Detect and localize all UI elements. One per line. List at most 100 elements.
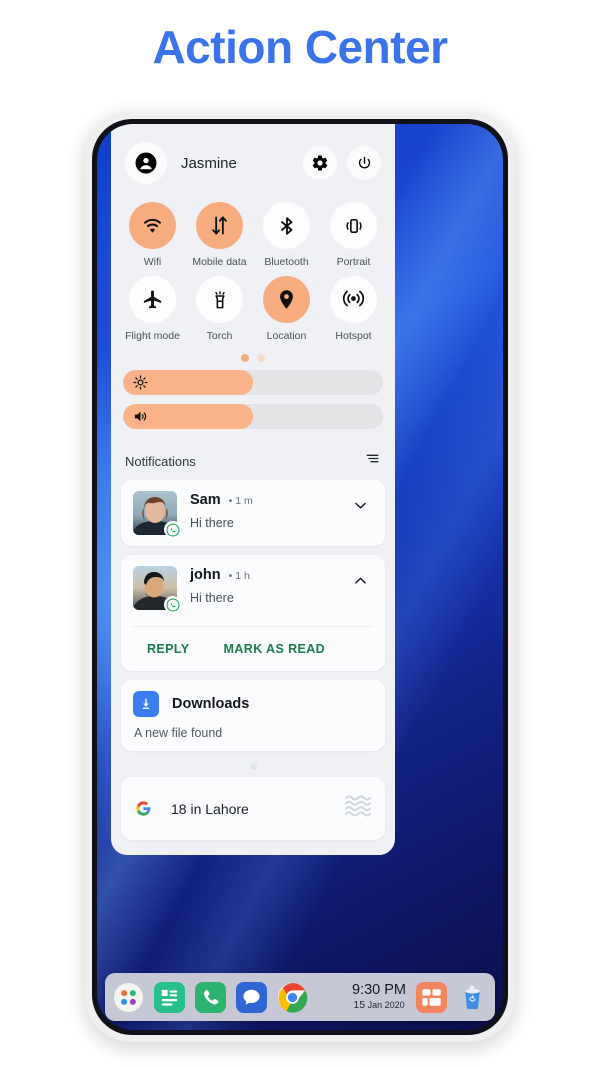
chevron-up-icon[interactable] bbox=[347, 566, 373, 589]
phone-bezel: Jasmine Wifi Mobile data Bluetooth Portr… bbox=[92, 119, 508, 1035]
power-button[interactable] bbox=[347, 146, 381, 180]
settings-button[interactable] bbox=[303, 146, 337, 180]
tile-torch[interactable]: Torch bbox=[186, 276, 253, 342]
notifications-title: Notifications bbox=[125, 453, 196, 469]
notification-time: 1 m bbox=[235, 495, 253, 507]
tile-torch-circle[interactable] bbox=[196, 276, 243, 323]
dock-clock[interactable]: 9:30 PM 15 Jan 2020 bbox=[352, 982, 406, 1011]
clock-month: Jan bbox=[367, 1000, 383, 1011]
scroll-dot bbox=[249, 763, 257, 770]
tile-location-circle[interactable] bbox=[263, 276, 310, 323]
tile-torch-label: Torch bbox=[206, 330, 233, 342]
tile-wifi-circle[interactable] bbox=[129, 202, 176, 249]
download-icon bbox=[133, 691, 159, 717]
chrome-icon[interactable] bbox=[276, 981, 308, 1013]
tile-mobile-data-circle[interactable] bbox=[196, 202, 243, 249]
tile-portrait[interactable]: Portrait bbox=[320, 202, 387, 268]
tile-flight-mode-label: Flight mode bbox=[125, 330, 180, 342]
tile-bluetooth-circle[interactable] bbox=[263, 202, 310, 249]
location-pin-icon bbox=[280, 290, 293, 309]
tile-bluetooth[interactable]: Bluetooth bbox=[253, 202, 320, 268]
brightness-slider[interactable] bbox=[123, 370, 383, 395]
gear-icon bbox=[312, 155, 328, 171]
brightness-icon bbox=[132, 374, 149, 395]
clock-day: 15 bbox=[353, 999, 366, 1012]
chevron-down-icon[interactable] bbox=[347, 491, 373, 514]
avatar[interactable] bbox=[125, 142, 167, 184]
downloads-title: Downloads bbox=[172, 696, 250, 712]
notification-scroll-indicator bbox=[121, 760, 385, 777]
tile-portrait-circle[interactable] bbox=[330, 202, 377, 249]
notification-message: Hi there bbox=[190, 591, 234, 605]
weather-text: 18 in Lahore bbox=[171, 800, 249, 817]
quick-settings-row-2: Flight mode Torch Location Hotspot bbox=[119, 276, 387, 350]
widgets-icon[interactable] bbox=[415, 981, 447, 1013]
tile-location-label: Location bbox=[266, 330, 307, 342]
notification-actions: REPLY MARK AS READ bbox=[133, 626, 373, 660]
notification-content: john • 1 h Hi there bbox=[190, 566, 347, 605]
page-dot-1[interactable] bbox=[241, 354, 249, 362]
power-icon bbox=[358, 156, 370, 168]
tile-portrait-label: Portrait bbox=[336, 256, 371, 268]
notification-meta: • 1 m bbox=[229, 495, 253, 507]
bluetooth-icon bbox=[280, 216, 292, 235]
phone-icon[interactable] bbox=[194, 981, 226, 1013]
mark-as-read-button[interactable]: MARK AS READ bbox=[224, 638, 326, 660]
tile-flight-mode-circle[interactable] bbox=[129, 276, 176, 323]
action-center-panel: Jasmine Wifi Mobile data Bluetooth Portr… bbox=[111, 124, 395, 855]
notification-card-john[interactable]: john • 1 h Hi there REPLY MARK AS READ bbox=[121, 555, 385, 671]
notes-icon[interactable] bbox=[153, 981, 185, 1013]
notification-sender: Sam bbox=[190, 492, 221, 508]
volume-slider[interactable] bbox=[123, 404, 383, 429]
notification-time: 1 h bbox=[235, 570, 250, 582]
downloads-subtitle: A new file found bbox=[134, 726, 223, 740]
notification-message: Hi there bbox=[190, 516, 234, 530]
notification-card-sam[interactable]: Sam • 1 m Hi there bbox=[121, 480, 385, 546]
account-circle-icon bbox=[135, 152, 157, 174]
wifi-icon bbox=[143, 218, 162, 233]
clock-date: 15 Jan 2020 bbox=[352, 1000, 406, 1011]
downloads-heading: Downloads bbox=[133, 691, 373, 717]
notification-separator: • bbox=[228, 570, 233, 582]
tile-hotspot-label: Hotspot bbox=[335, 330, 372, 342]
dock: 9:30 PM 15 Jan 2020 bbox=[105, 973, 495, 1021]
sender-avatar bbox=[133, 566, 181, 613]
quick-settings-row-1: Wifi Mobile data Bluetooth Portrait bbox=[119, 202, 387, 276]
tile-wifi-label: Wifi bbox=[143, 256, 162, 268]
user-name: Jasmine bbox=[181, 154, 237, 172]
notification-content: Sam • 1 m Hi there bbox=[190, 491, 347, 530]
whatsapp-icon bbox=[164, 596, 181, 613]
tile-mobile-data-label: Mobile data bbox=[192, 256, 247, 268]
whatsapp-icon bbox=[164, 521, 181, 538]
volume-icon bbox=[132, 408, 149, 429]
tile-location[interactable]: Location bbox=[253, 276, 320, 342]
notification-list: Sam • 1 m Hi there john • 1 h Hi there R… bbox=[111, 480, 395, 840]
portrait-icon bbox=[345, 218, 362, 233]
google-g-icon bbox=[133, 799, 153, 819]
notification-row: Sam • 1 m Hi there bbox=[133, 491, 373, 538]
action-center-header: Jasmine bbox=[111, 124, 395, 192]
tile-hotspot-circle[interactable] bbox=[330, 276, 377, 323]
app-drawer-icon[interactable] bbox=[112, 981, 144, 1013]
weather-card[interactable]: 18 in Lahore bbox=[121, 777, 385, 840]
tile-flight-mode[interactable]: Flight mode bbox=[119, 276, 186, 342]
notification-card-downloads[interactable]: Downloads A new file found bbox=[121, 680, 385, 751]
tile-hotspot[interactable]: Hotspot bbox=[320, 276, 387, 342]
notification-heading: Sam • 1 m bbox=[190, 492, 347, 508]
recycle-bin-icon[interactable] bbox=[456, 981, 488, 1013]
sliders bbox=[111, 368, 395, 448]
tile-bluetooth-label: Bluetooth bbox=[264, 256, 309, 268]
reply-button[interactable]: REPLY bbox=[147, 638, 190, 660]
page-title: Action Center bbox=[152, 21, 448, 73]
sort-lines-icon[interactable] bbox=[364, 450, 381, 472]
notifications-header: Notifications bbox=[111, 448, 395, 480]
phone-mockup: Jasmine Wifi Mobile data Bluetooth Portr… bbox=[85, 112, 515, 1042]
tile-wifi[interactable]: Wifi bbox=[119, 202, 186, 268]
airplane-icon bbox=[143, 290, 162, 309]
torch-icon bbox=[214, 290, 225, 308]
fog-waves-icon bbox=[343, 793, 373, 824]
tile-mobile-data[interactable]: Mobile data bbox=[186, 202, 253, 268]
page-dot-2[interactable] bbox=[257, 354, 265, 362]
messages-icon[interactable] bbox=[235, 981, 267, 1013]
notification-sender: john bbox=[190, 567, 221, 583]
